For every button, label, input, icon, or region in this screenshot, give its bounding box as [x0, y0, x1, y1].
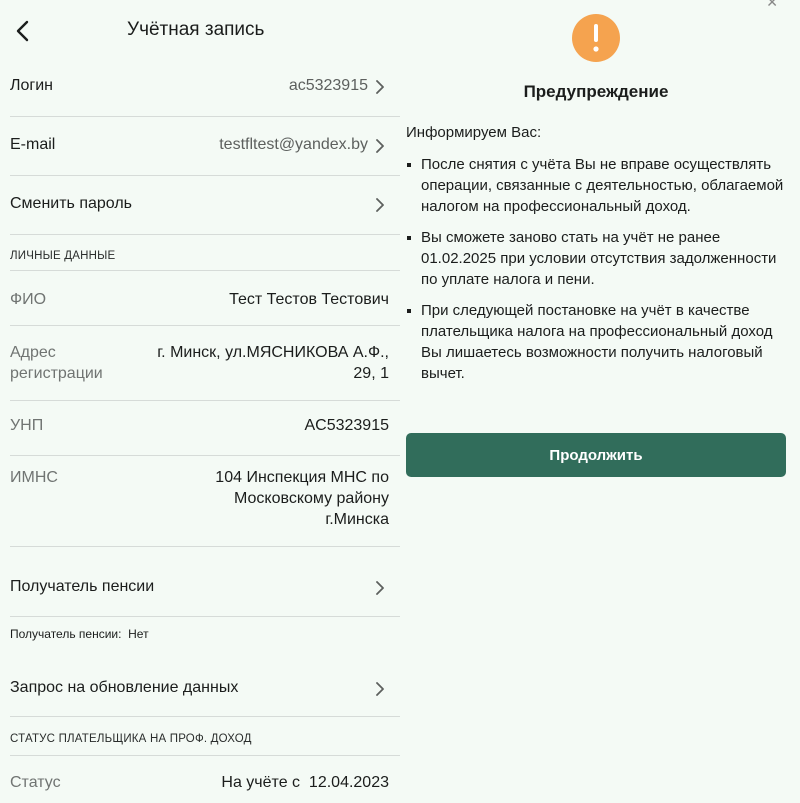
login-row[interactable]: Логин ac5323915 [10, 56, 400, 116]
close-icon[interactable]: ✕ [766, 0, 778, 11]
status-value: На учёте с 12.04.2023 [221, 774, 389, 792]
back-button[interactable] [10, 18, 34, 44]
unp-label: УНП [10, 417, 44, 434]
pension-recipient-row[interactable]: Получатель пенсии [10, 546, 400, 616]
account-screen: Учётная запись Логин ac5323915 E-mail te… [0, 0, 400, 803]
imns-value-line: г.Минска [325, 511, 389, 528]
dialog-bullet-list: После снятия с учёта Вы не вправе осущес… [406, 154, 786, 394]
chevron-left-icon [16, 20, 29, 42]
address-value-line: 29, 1 [353, 365, 389, 382]
address-label: Адрес регистрации [10, 342, 103, 384]
login-value: ac5323915 [288, 77, 368, 94]
page-title: Учётная запись [127, 19, 265, 40]
pension-note-label: Получатель пенсии: [10, 627, 122, 641]
login-label: Логин [10, 77, 54, 94]
app-bar: Учётная запись [0, 0, 400, 60]
email-label: E-mail [10, 136, 56, 153]
imns-value: 104 Инспекция МНС по Московскому району … [215, 467, 389, 530]
dialog-bullet: Вы сможете заново стать на учёт не ранее… [406, 227, 786, 290]
dialog-intro: Информируем Вас: [406, 124, 542, 141]
exclamation-warning-icon [572, 14, 620, 62]
email-row[interactable]: E-mail testfltest@yandex.by [10, 116, 400, 175]
status-section-title: СТАТУС ПЛАТЕЛЬЩИКА НА ПРОФ. ДОХОД [10, 733, 252, 745]
warning-dialog: ✕ Предупреждение Информируем Вас: После … [400, 0, 800, 803]
unp-row: УНП AC5323915 [10, 400, 400, 455]
address-row: Адрес регистрации г. Минск, ул.МЯСНИКОВА… [10, 325, 400, 400]
pension-note-value: Нет [128, 627, 149, 641]
personal-data-section-title: ЛИЧНЫЕ ДАННЫЕ [10, 250, 116, 262]
fio-value: Тест Тестов Тестович [229, 291, 389, 308]
divider [10, 616, 400, 617]
imns-value-line: 104 Инспекция МНС по [215, 469, 389, 486]
chevron-right-icon [376, 198, 384, 212]
email-value: testfltest@yandex.by [219, 136, 368, 153]
divider [10, 234, 400, 235]
address-value-line: г. Минск, ул.МЯСНИКОВА А.Ф., [157, 344, 389, 361]
change-password-row[interactable]: Сменить пароль [10, 175, 400, 234]
imns-row: ИМНС 104 Инспекция МНС по Московскому ра… [10, 455, 400, 546]
pension-recipient-label: Получатель пенсии [10, 578, 155, 595]
address-value: г. Минск, ул.МЯСНИКОВА А.Ф., 29, 1 [157, 342, 389, 384]
address-label-line: Адрес [10, 344, 56, 361]
pension-note: Получатель пенсии: Нет [10, 627, 149, 641]
imns-value-line: Московскому району [234, 490, 389, 507]
address-label-line: регистрации [10, 365, 103, 382]
chevron-right-icon [376, 80, 384, 94]
fio-row: ФИО Тест Тестов Тестович [10, 270, 400, 325]
chevron-right-icon [376, 581, 384, 595]
continue-button[interactable]: Продолжить [406, 433, 786, 477]
update-request-label: Запрос на обновление данных [10, 679, 239, 696]
change-password-label: Сменить пароль [10, 195, 133, 212]
fio-label: ФИО [10, 291, 47, 308]
dialog-title: Предупреждение [523, 82, 669, 101]
chevron-right-icon [376, 682, 384, 696]
exclamation-mark-icon [593, 24, 599, 52]
status-label: Статус [10, 774, 61, 791]
unp-value: AC5323915 [304, 417, 389, 434]
status-value-date: 12.04.2023 [308, 774, 389, 791]
update-request-row[interactable]: Запрос на обновление данных [10, 650, 400, 716]
status-row: Статус На учёте с 12.04.2023 [10, 755, 400, 803]
dialog-bullet: После снятия с учёта Вы не вправе осущес… [406, 154, 786, 217]
dialog-bullet: При следующей постановке на учёт в качес… [406, 300, 786, 384]
divider [10, 716, 400, 717]
screen: Учётная запись Логин ac5323915 E-mail te… [0, 0, 800, 803]
status-value-prefix: На учёте с [221, 774, 301, 791]
chevron-right-icon [376, 139, 384, 153]
imns-label: ИМНС [10, 469, 58, 486]
